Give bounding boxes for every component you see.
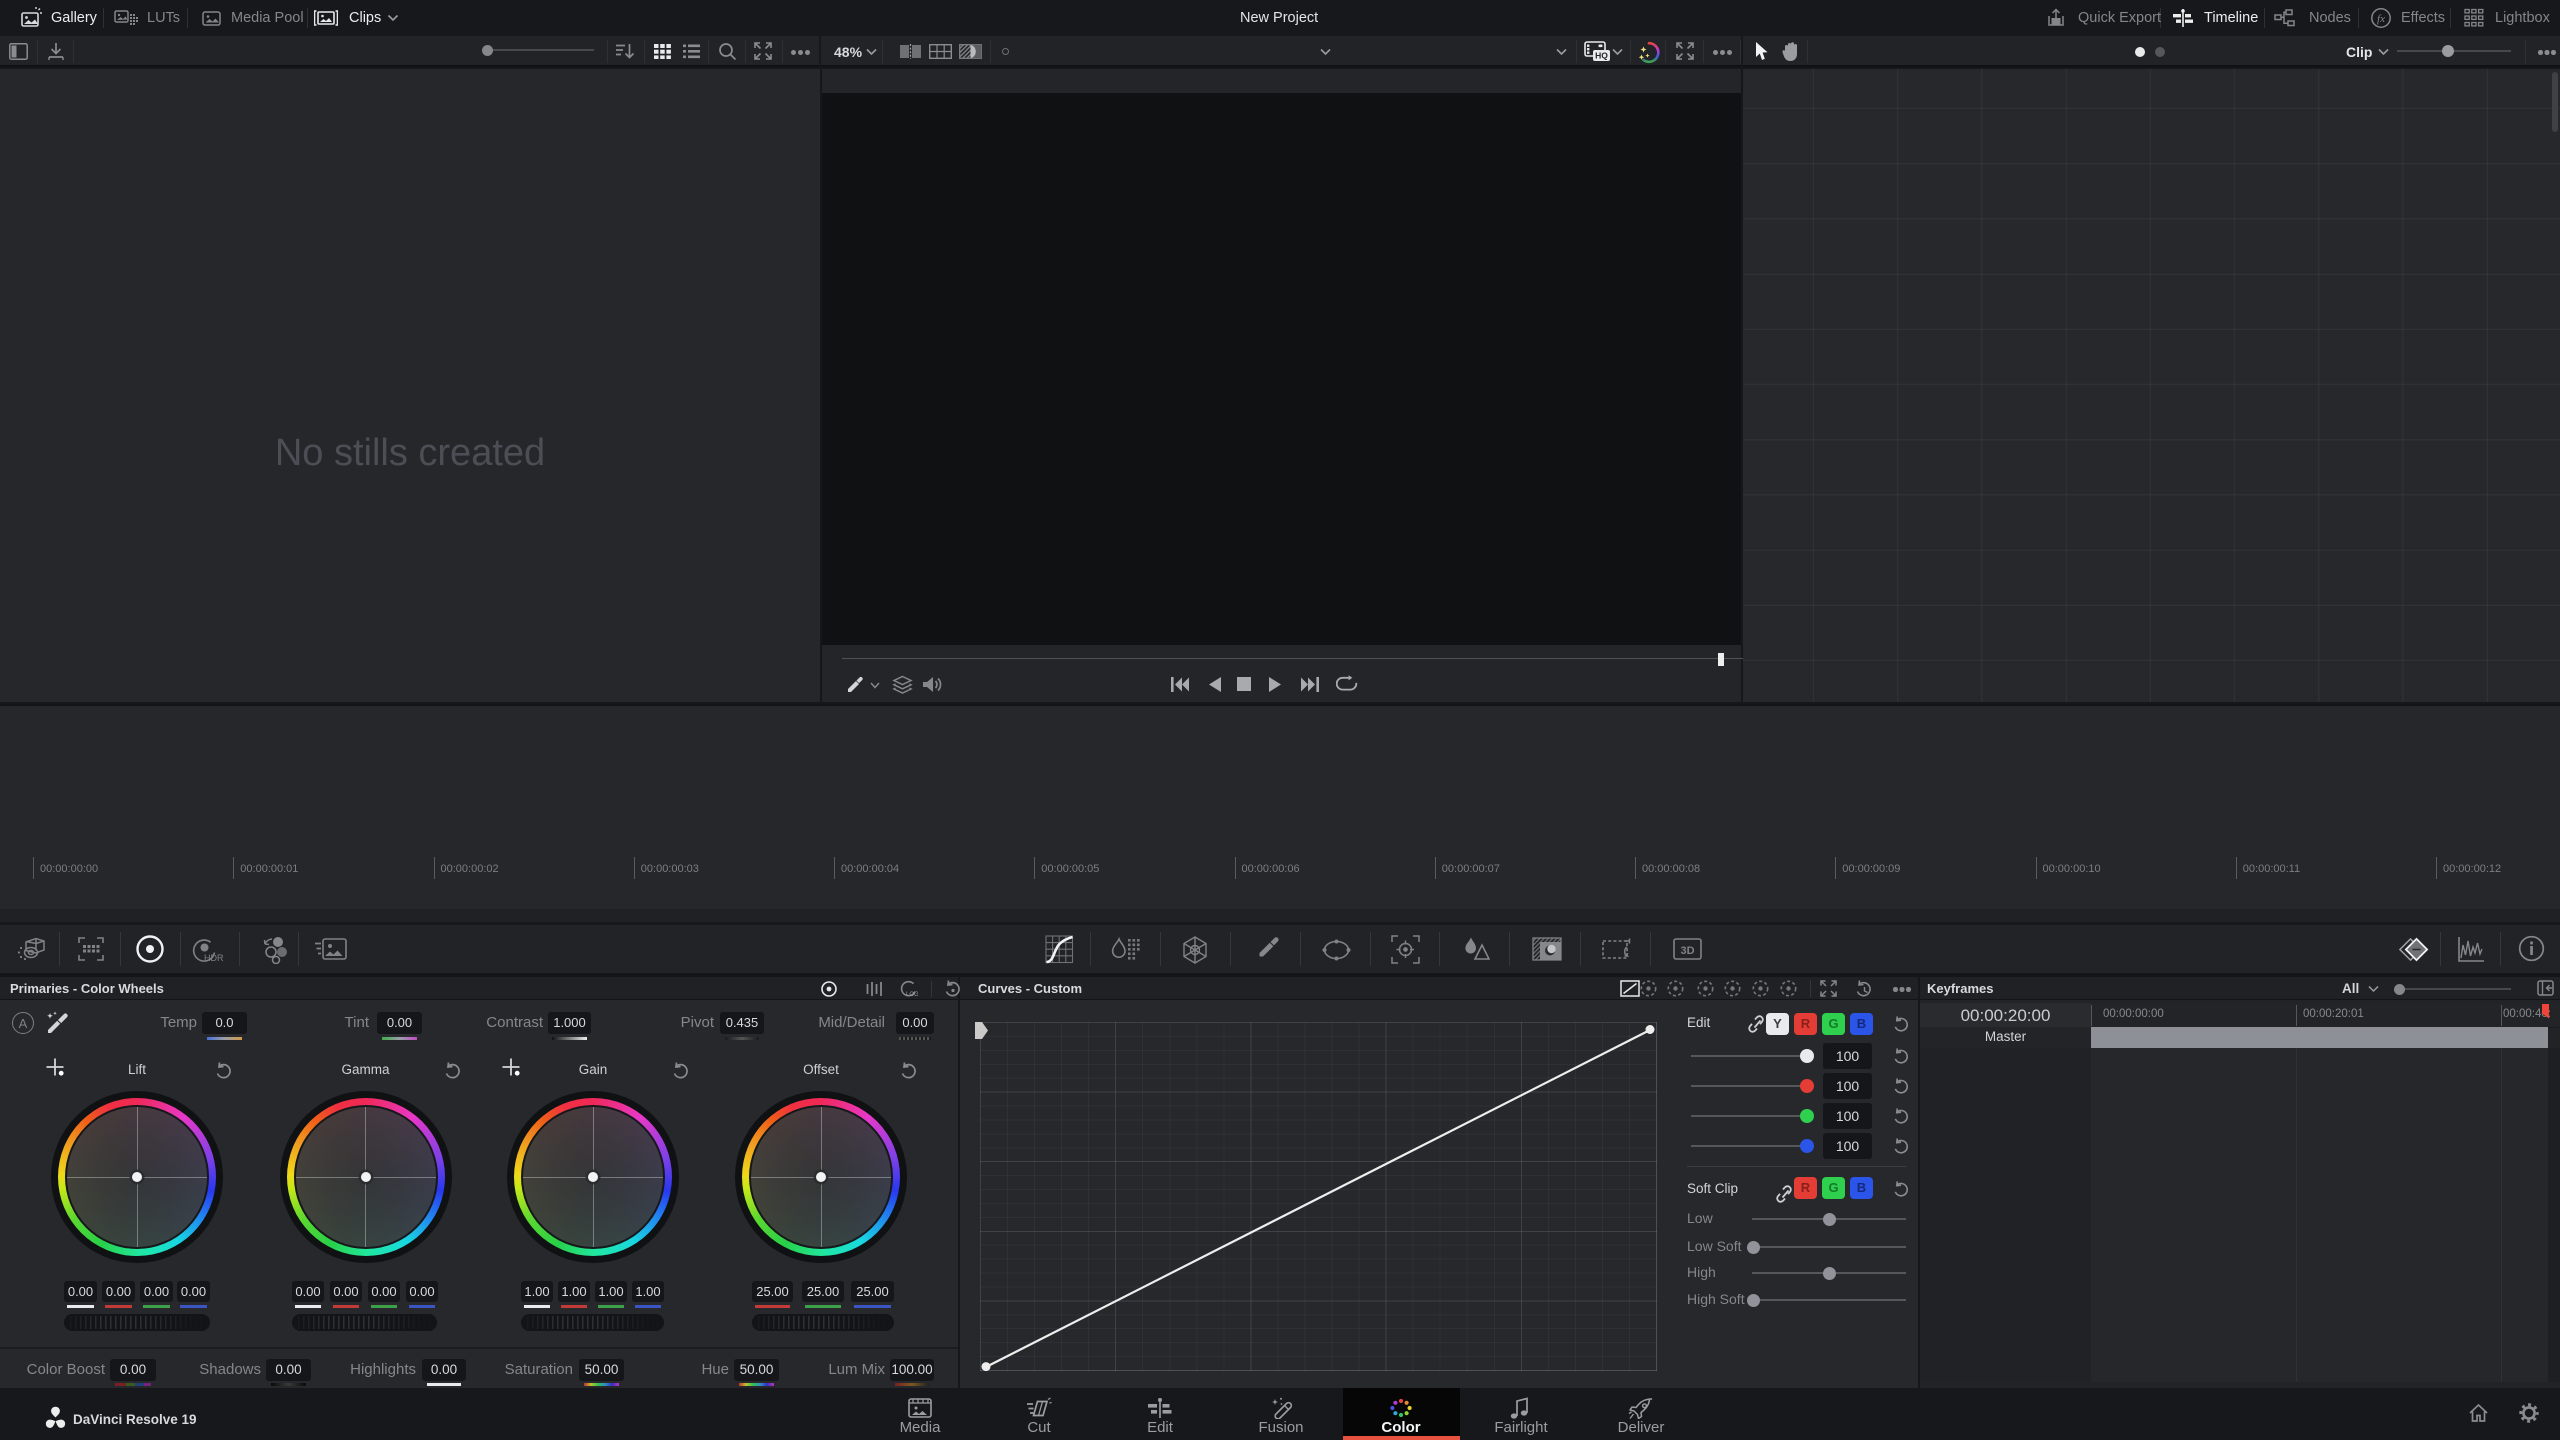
svg-text:3D: 3D — [1680, 945, 1694, 957]
svg-text:HDR: HDR — [204, 953, 224, 963]
svg-text:fx: fx — [2377, 13, 2385, 25]
svg-text:LOG: LOG — [906, 992, 918, 998]
svg-text:HQ: HQ — [1595, 51, 1608, 61]
